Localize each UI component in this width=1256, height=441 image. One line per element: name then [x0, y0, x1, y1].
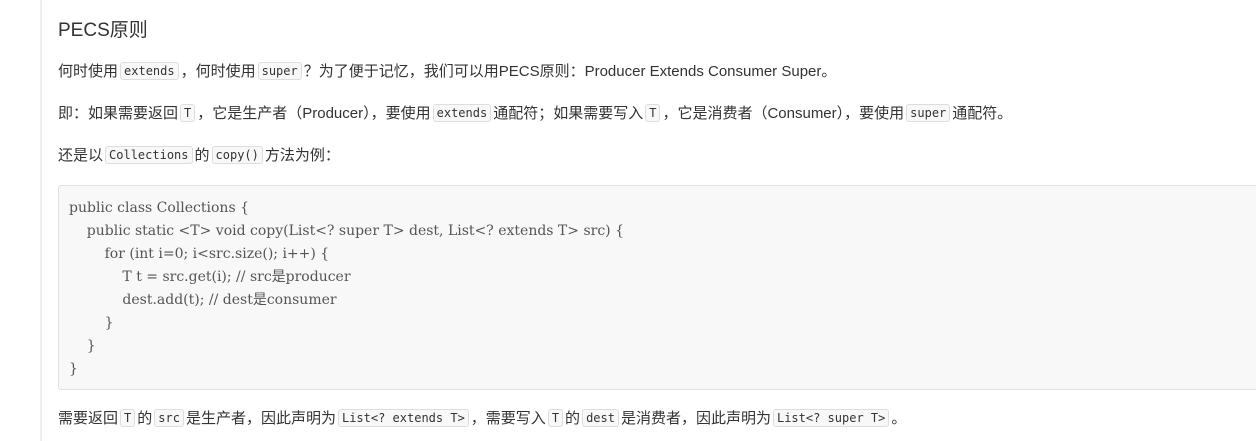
text-segment: 何时使用 [58, 63, 119, 80]
section-heading: PECS原则 [58, 20, 148, 41]
text-segment: 即：如果需要返回 [58, 105, 179, 122]
code-line: } [69, 315, 114, 331]
text-segment: 是生产者，因此声明为 [185, 410, 336, 427]
text-segment: 需要返回 [58, 410, 119, 427]
code-line: dest.add(t); // dest是consumer [69, 292, 337, 308]
text-segment: ？为了便于记忆，我们可以用PECS原则：Producer Extends Con… [303, 63, 837, 80]
inline-code: List<? extends T> [337, 409, 469, 427]
paragraph-conclusion: 需要返回 T 的 src 是生产者，因此声明为 List<? extends T> ，需要写… [58, 408, 906, 430]
text-segment: 是消费者，因此声明为 [620, 410, 771, 427]
inline-code: super [257, 62, 302, 80]
text-segment: 通配符；如果需要写入 [493, 105, 644, 122]
inline-code: extends [120, 62, 179, 80]
inline-code: super [906, 104, 951, 122]
text-segment: ，需要写入 [470, 410, 546, 427]
inline-code: T [547, 409, 564, 427]
inline-code: src [154, 409, 184, 427]
text-segment: ，它是消费者（Consumer），要使用 [662, 105, 905, 122]
inline-code: extends [432, 104, 492, 122]
inline-code: copy() [211, 146, 263, 164]
code-line: T t = src.get(i); // src是producer [69, 269, 351, 285]
text-segment: 的 [565, 410, 581, 427]
code-block[interactable]: public class Collections { public static… [58, 185, 1256, 390]
code-line: } [69, 361, 78, 377]
text-segment: ，它是生产者（Producer），要使用 [197, 105, 431, 122]
paragraph-when-to-use: 何时使用 extends ，何时使用 super ？为了便于记忆，我们可以用PECS原则… [58, 61, 836, 83]
paragraph-producer-consumer: 即：如果需要返回 T ，它是生产者（Producer），要使用 extends 通配符；… [58, 103, 1012, 125]
text-segment: 。 [891, 410, 907, 427]
code-listing: public class Collections { public static… [69, 197, 624, 381]
paragraph-example-intro: 还是以 Collections 的 copy() 方法为例： [58, 145, 340, 167]
inline-code: T [645, 104, 661, 122]
code-line: } [69, 338, 96, 354]
inline-code: List<? super T> [772, 409, 890, 427]
code-line: public class Collections { [69, 200, 249, 216]
left-border-rule [40, 0, 42, 441]
text-segment: 的 [137, 410, 153, 427]
text-segment: ，何时使用 [180, 63, 256, 80]
text-segment: 方法为例： [264, 147, 340, 164]
text-segment: 的 [194, 147, 210, 164]
code-line: for (int i=0; i<src.size(); i++) { [69, 246, 330, 262]
text-segment: 还是以 [58, 147, 104, 164]
code-line: public static <T> void copy(List<? super… [69, 223, 624, 239]
inline-code: dest [582, 409, 619, 427]
inline-code: T [180, 104, 196, 122]
inline-code: T [120, 409, 136, 427]
text-segment: 通配符。 [952, 105, 1013, 122]
inline-code: Collections [105, 146, 193, 164]
